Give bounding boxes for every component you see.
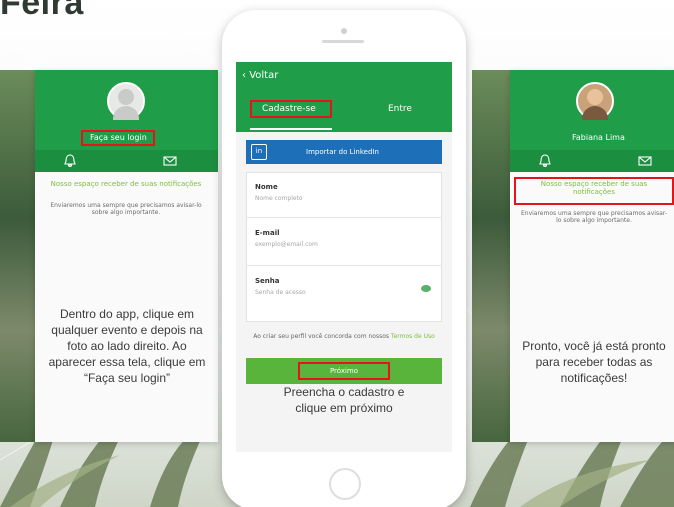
- profile-shoulders: [582, 106, 608, 120]
- page-heading: Feira: [0, 0, 84, 22]
- next-label: Próximo: [329, 367, 359, 375]
- front-camera: [341, 28, 347, 34]
- left-photo-strip: [0, 70, 35, 442]
- signup-screen: ‹ Voltar Cadastre-se Entre in Importar d…: [236, 62, 452, 452]
- login-link[interactable]: Faça seu login: [90, 133, 147, 142]
- left-instruction: Dentro do app, clique em qualquer evento…: [48, 307, 206, 385]
- right-photo-strip: [472, 70, 512, 442]
- divider: [247, 265, 441, 266]
- tab-login[interactable]: Entre: [388, 104, 412, 114]
- phone-mockup: ‹ Voltar Cadastre-se Entre in Importar d…: [222, 10, 466, 507]
- name-input[interactable]: Nome completo: [255, 195, 303, 202]
- profile-face: [587, 89, 603, 105]
- next-button[interactable]: Próximo: [246, 358, 442, 384]
- terms-prefix: Ao criar seu perfil você concorda com no…: [253, 333, 389, 340]
- right-subtext: Enviaremos uma sempre que precisamos avi…: [520, 210, 667, 224]
- right-step-card: Fabiana Lima Nosso espaço receber de sua…: [510, 70, 674, 442]
- back-label: Voltar: [249, 70, 279, 81]
- mail-icon[interactable]: [163, 154, 177, 168]
- left-tabbar: [35, 150, 218, 172]
- divider: [247, 217, 441, 218]
- avatar-head: [118, 89, 134, 105]
- avatar-shoulders: [113, 106, 139, 120]
- left-step-card: Faça seu login Nosso espaço receber de s…: [35, 70, 218, 442]
- email-label: E-mail: [255, 229, 280, 237]
- password-label: Senha: [255, 277, 280, 285]
- bell-icon[interactable]: [538, 154, 552, 168]
- speaker-slot: [322, 40, 364, 43]
- terms-link[interactable]: Termos de Uso: [391, 333, 435, 340]
- right-notice: Nosso espaço receber de suas notificaçõe…: [540, 180, 648, 196]
- avatar-placeholder: [107, 82, 145, 120]
- phone-instruction: Preencha o cadastro e clique em próximo: [283, 385, 405, 415]
- mail-icon[interactable]: [638, 154, 652, 168]
- linkedin-import-button[interactable]: in Importar do LinkedIn: [246, 140, 442, 164]
- home-button[interactable]: [329, 468, 361, 500]
- eye-icon[interactable]: [421, 285, 431, 292]
- active-tab-indicator: [250, 128, 332, 130]
- name-label: Nome: [255, 183, 278, 191]
- back-button[interactable]: ‹ Voltar: [242, 70, 278, 81]
- profile-name: Fabiana Lima: [572, 133, 625, 142]
- linkedin-icon: in: [251, 144, 267, 160]
- signup-header: ‹ Voltar Cadastre-se Entre: [236, 62, 452, 132]
- right-instruction: Pronto, você já está pronto para receber…: [522, 339, 666, 385]
- password-input[interactable]: Senha de acesso: [255, 289, 306, 296]
- profile-photo: [576, 82, 614, 120]
- bell-icon[interactable]: [63, 154, 77, 168]
- left-subtext: Enviaremos uma sempre que precisamos avi…: [50, 202, 202, 216]
- linkedin-label: Importar do LinkedIn: [306, 148, 379, 156]
- left-notice: Nosso espaço receber de suas notificaçõe…: [50, 180, 202, 188]
- signup-form: Nome Nome completo E-mail exemplo@email.…: [246, 172, 442, 322]
- terms-text: Ao criar seu perfil você concorda com no…: [246, 332, 442, 341]
- tab-signup[interactable]: Cadastre-se: [262, 104, 316, 114]
- right-tabbar: [510, 150, 674, 172]
- email-input[interactable]: exemplo@email.com: [255, 241, 318, 248]
